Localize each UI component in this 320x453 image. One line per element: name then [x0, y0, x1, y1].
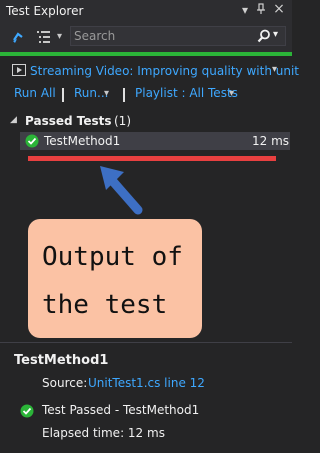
- test-explorer-window: Test Explorer ▾ × ▾ Search ▾ Streaming V…: [0, 0, 299, 453]
- playlist-bar: Streaming Video: Improving quality with …: [0, 62, 299, 80]
- group-label: Passed Tests: [25, 114, 112, 128]
- title-bar: Test Explorer ▾ ×: [0, 0, 292, 22]
- playlist-title-link[interactable]: Streaming Video: Improving quality with …: [30, 64, 299, 78]
- run-all-link[interactable]: Run All: [14, 86, 56, 100]
- refresh-icon[interactable]: [10, 29, 26, 45]
- test-duration: 12 ms: [252, 134, 290, 148]
- test-name: TestMethod1: [44, 134, 121, 148]
- group-count: (1): [114, 114, 131, 128]
- highlight-underline: [28, 156, 276, 161]
- detail-source-link[interactable]: UnitTest1.cs line 12: [88, 376, 205, 390]
- annotation-note: Output of the test: [28, 219, 202, 338]
- detail-source-label: Source:: [42, 376, 88, 390]
- arrow-icon: [100, 166, 143, 215]
- test-detail-panel: TestMethod1 Source: UnitTest1.cs line 12…: [0, 343, 292, 453]
- video-playlist-icon: [12, 64, 26, 79]
- run-actions-bar: Run All Run... ▾ Playlist : All Tests ▾: [0, 86, 292, 104]
- search-icon[interactable]: [257, 28, 271, 47]
- playlist-filter-caret[interactable]: ▾: [229, 88, 234, 99]
- action-separator: [123, 88, 125, 102]
- detail-title: TestMethod1: [14, 353, 109, 368]
- detail-status-text: Test Passed - TestMethod1: [42, 403, 200, 417]
- group-by-dropdown-caret[interactable]: ▾: [57, 31, 62, 47]
- passed-check-icon: [25, 134, 39, 151]
- expander-icon[interactable]: ◢: [10, 115, 17, 125]
- passed-tests-group-header[interactable]: ◢ Passed Tests (1): [0, 113, 292, 131]
- close-icon[interactable]: ×: [272, 1, 286, 17]
- action-separator: [62, 88, 64, 102]
- search-box[interactable]: ▾: [70, 26, 286, 46]
- playlist-filter-link[interactable]: Playlist : All Tests: [135, 86, 238, 100]
- detail-elapsed-time: Elapsed time: 12 ms: [42, 426, 165, 440]
- annotation-line-2: the test: [42, 290, 168, 320]
- window-title: Test Explorer: [6, 4, 84, 18]
- window-menu-dropdown[interactable]: ▾: [238, 3, 252, 17]
- pin-icon[interactable]: [254, 3, 268, 18]
- search-options-caret[interactable]: ▾: [273, 29, 278, 40]
- test-row[interactable]: TestMethod1 12 ms: [20, 132, 290, 150]
- passed-check-icon: [20, 403, 34, 422]
- run-dropdown-caret[interactable]: ▾: [104, 88, 109, 99]
- search-input[interactable]: [74, 28, 244, 44]
- run-status-bar: [0, 52, 292, 56]
- annotation-text: Output of the test: [42, 233, 192, 329]
- group-by-icon[interactable]: [36, 29, 54, 45]
- annotation-line-1: Output of: [42, 242, 183, 272]
- playlist-dropdown-caret[interactable]: ▾: [272, 64, 277, 75]
